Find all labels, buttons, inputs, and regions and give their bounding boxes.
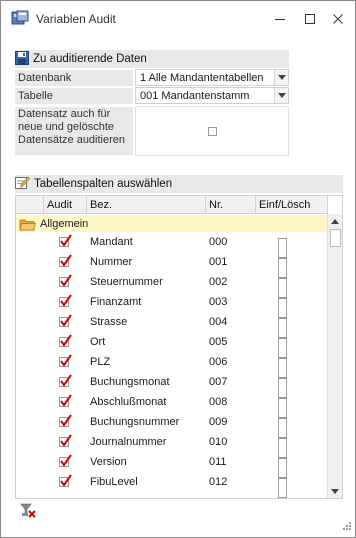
grid-header: Audit Bez. Nr. Einf/Lösch — [16, 196, 328, 214]
audit-window: Variablen Audit Zu auditierende Daten Da… — [0, 0, 356, 538]
table-row[interactable]: Journalnummer 010 — [16, 432, 328, 458]
column-number: 008 — [209, 396, 228, 408]
table-row[interactable]: FibuLevel 012 — [16, 472, 328, 498]
title-bar: Variablen Audit — [1, 1, 355, 37]
audit-checkbox[interactable] — [58, 314, 78, 334]
column-name: Abschlußmonat — [90, 396, 167, 408]
scroll-up-button[interactable] — [328, 214, 342, 228]
column-name: Strasse — [90, 316, 128, 328]
table-row[interactable]: Mandant 000 — [16, 232, 328, 258]
audit-checkbox[interactable] — [58, 414, 78, 434]
folder-icon — [19, 217, 36, 231]
scroll-thumb[interactable] — [330, 229, 341, 247]
column-name: Nummer — [90, 256, 133, 268]
einf-loesch-checkbox[interactable] — [278, 478, 287, 498]
group-row[interactable]: Allgemein — [16, 215, 328, 232]
column-name: Journalnummer — [90, 436, 167, 448]
column-number: 007 — [209, 376, 228, 388]
column-number: 006 — [209, 356, 228, 368]
header-einf[interactable]: Einf/Lösch — [256, 196, 328, 214]
column-number: 004 — [209, 316, 228, 328]
table-row[interactable]: Nummer 001 — [16, 252, 328, 278]
header-audit[interactable]: Audit — [44, 196, 87, 214]
column-number: 000 — [209, 236, 228, 248]
column-name: PLZ — [90, 356, 111, 368]
datenbank-label: Datenbank — [15, 70, 133, 86]
datenbank-value: 1 Alle Mandantentabellen — [140, 72, 264, 84]
column-name: Buchungsnummer — [90, 416, 180, 428]
audit-checkbox[interactable] — [58, 294, 78, 314]
column-name: Version — [90, 456, 127, 468]
chevron-down-icon[interactable] — [274, 70, 288, 85]
save-icon — [15, 50, 29, 68]
window-title: Variablen Audit — [36, 12, 116, 26]
audit-checkbox[interactable] — [58, 334, 78, 354]
table-row[interactable]: Strasse 004 — [16, 312, 328, 338]
header-nr[interactable]: Nr. — [206, 196, 256, 214]
audit-checkbox[interactable] — [58, 454, 78, 474]
table-row[interactable]: Buchungsmonat 007 — [16, 372, 328, 398]
column-number: 011 — [209, 456, 227, 468]
column-number: 012 — [209, 476, 228, 488]
column-number: 009 — [209, 416, 228, 428]
header-bez[interactable]: Bez. — [87, 196, 206, 214]
table-row[interactable]: Version 011 — [16, 452, 328, 478]
grid-rows: Mandant 000 Nummer 001 Steuernummer 002 Finanz… — [16, 232, 328, 498]
maximize-button[interactable] — [299, 9, 321, 29]
close-button[interactable] — [327, 9, 349, 29]
table-row[interactable]: Steuernummer 002 — [16, 272, 328, 298]
table-row[interactable]: PLZ 006 — [16, 352, 328, 378]
section-data-title: Zu auditierende Daten — [33, 53, 147, 65]
minimize-button[interactable] — [269, 9, 291, 29]
datensatz-checkbox[interactable] — [208, 127, 217, 136]
resize-grip-icon[interactable] — [342, 521, 352, 534]
group-label: Allgemein — [40, 217, 89, 230]
audit-checkbox[interactable] — [58, 354, 78, 374]
column-name: Finanzamt — [90, 296, 142, 308]
datensatz-label: Datensatz auch für neue und gelöschte Da… — [15, 107, 133, 155]
columns-grid: Audit Bez. Nr. Einf/Lösch Allgemein Mand… — [15, 195, 343, 499]
column-number: 003 — [209, 296, 228, 308]
audit-checkbox[interactable] — [58, 234, 78, 254]
table-row[interactable]: Buchungsnummer 009 — [16, 412, 328, 438]
chevron-down-icon[interactable] — [274, 88, 288, 103]
audit-checkbox[interactable] — [58, 394, 78, 414]
table-row[interactable]: Ort 005 — [16, 332, 328, 358]
column-name: Ort — [90, 336, 106, 348]
clear-filter-icon[interactable] — [19, 501, 37, 519]
audit-checkbox[interactable] — [58, 434, 78, 454]
table-row[interactable]: Finanzamt 003 — [16, 292, 328, 318]
column-name: Mandant — [90, 236, 133, 248]
audit-checkbox[interactable] — [58, 274, 78, 294]
audit-checkbox[interactable] — [58, 254, 78, 274]
tabelle-select[interactable]: 001 Mandantenstamm — [135, 87, 289, 104]
section-columns-header: Tabellenspalten auswählen — [15, 175, 343, 193]
edit-icon — [15, 175, 30, 193]
audit-checkbox[interactable] — [58, 474, 78, 494]
audit-checkbox[interactable] — [58, 374, 78, 394]
datenbank-select[interactable]: 1 Alle Mandantentabellen — [135, 69, 289, 86]
scroll-down-button[interactable] — [328, 484, 342, 498]
column-name: FibuLevel — [90, 476, 138, 488]
column-number: 010 — [209, 436, 228, 448]
header-blank — [16, 196, 44, 214]
column-number: 001 — [209, 256, 228, 268]
column-number: 005 — [209, 336, 228, 348]
tabelle-label: Tabelle — [15, 88, 133, 104]
section-columns-title: Tabellenspalten auswählen — [34, 178, 173, 190]
column-name: Steuernummer — [90, 276, 163, 288]
column-name: Buchungsmonat — [90, 376, 170, 388]
column-number: 002 — [209, 276, 228, 288]
tabelle-value: 001 Mandantenstamm — [140, 90, 250, 102]
vertical-scrollbar[interactable] — [327, 214, 342, 498]
datensatz-cell — [135, 106, 289, 156]
section-data-header: Zu auditierende Daten — [15, 50, 289, 68]
table-row[interactable]: Abschlußmonat 008 — [16, 392, 328, 418]
database-audit-icon — [11, 10, 29, 26]
